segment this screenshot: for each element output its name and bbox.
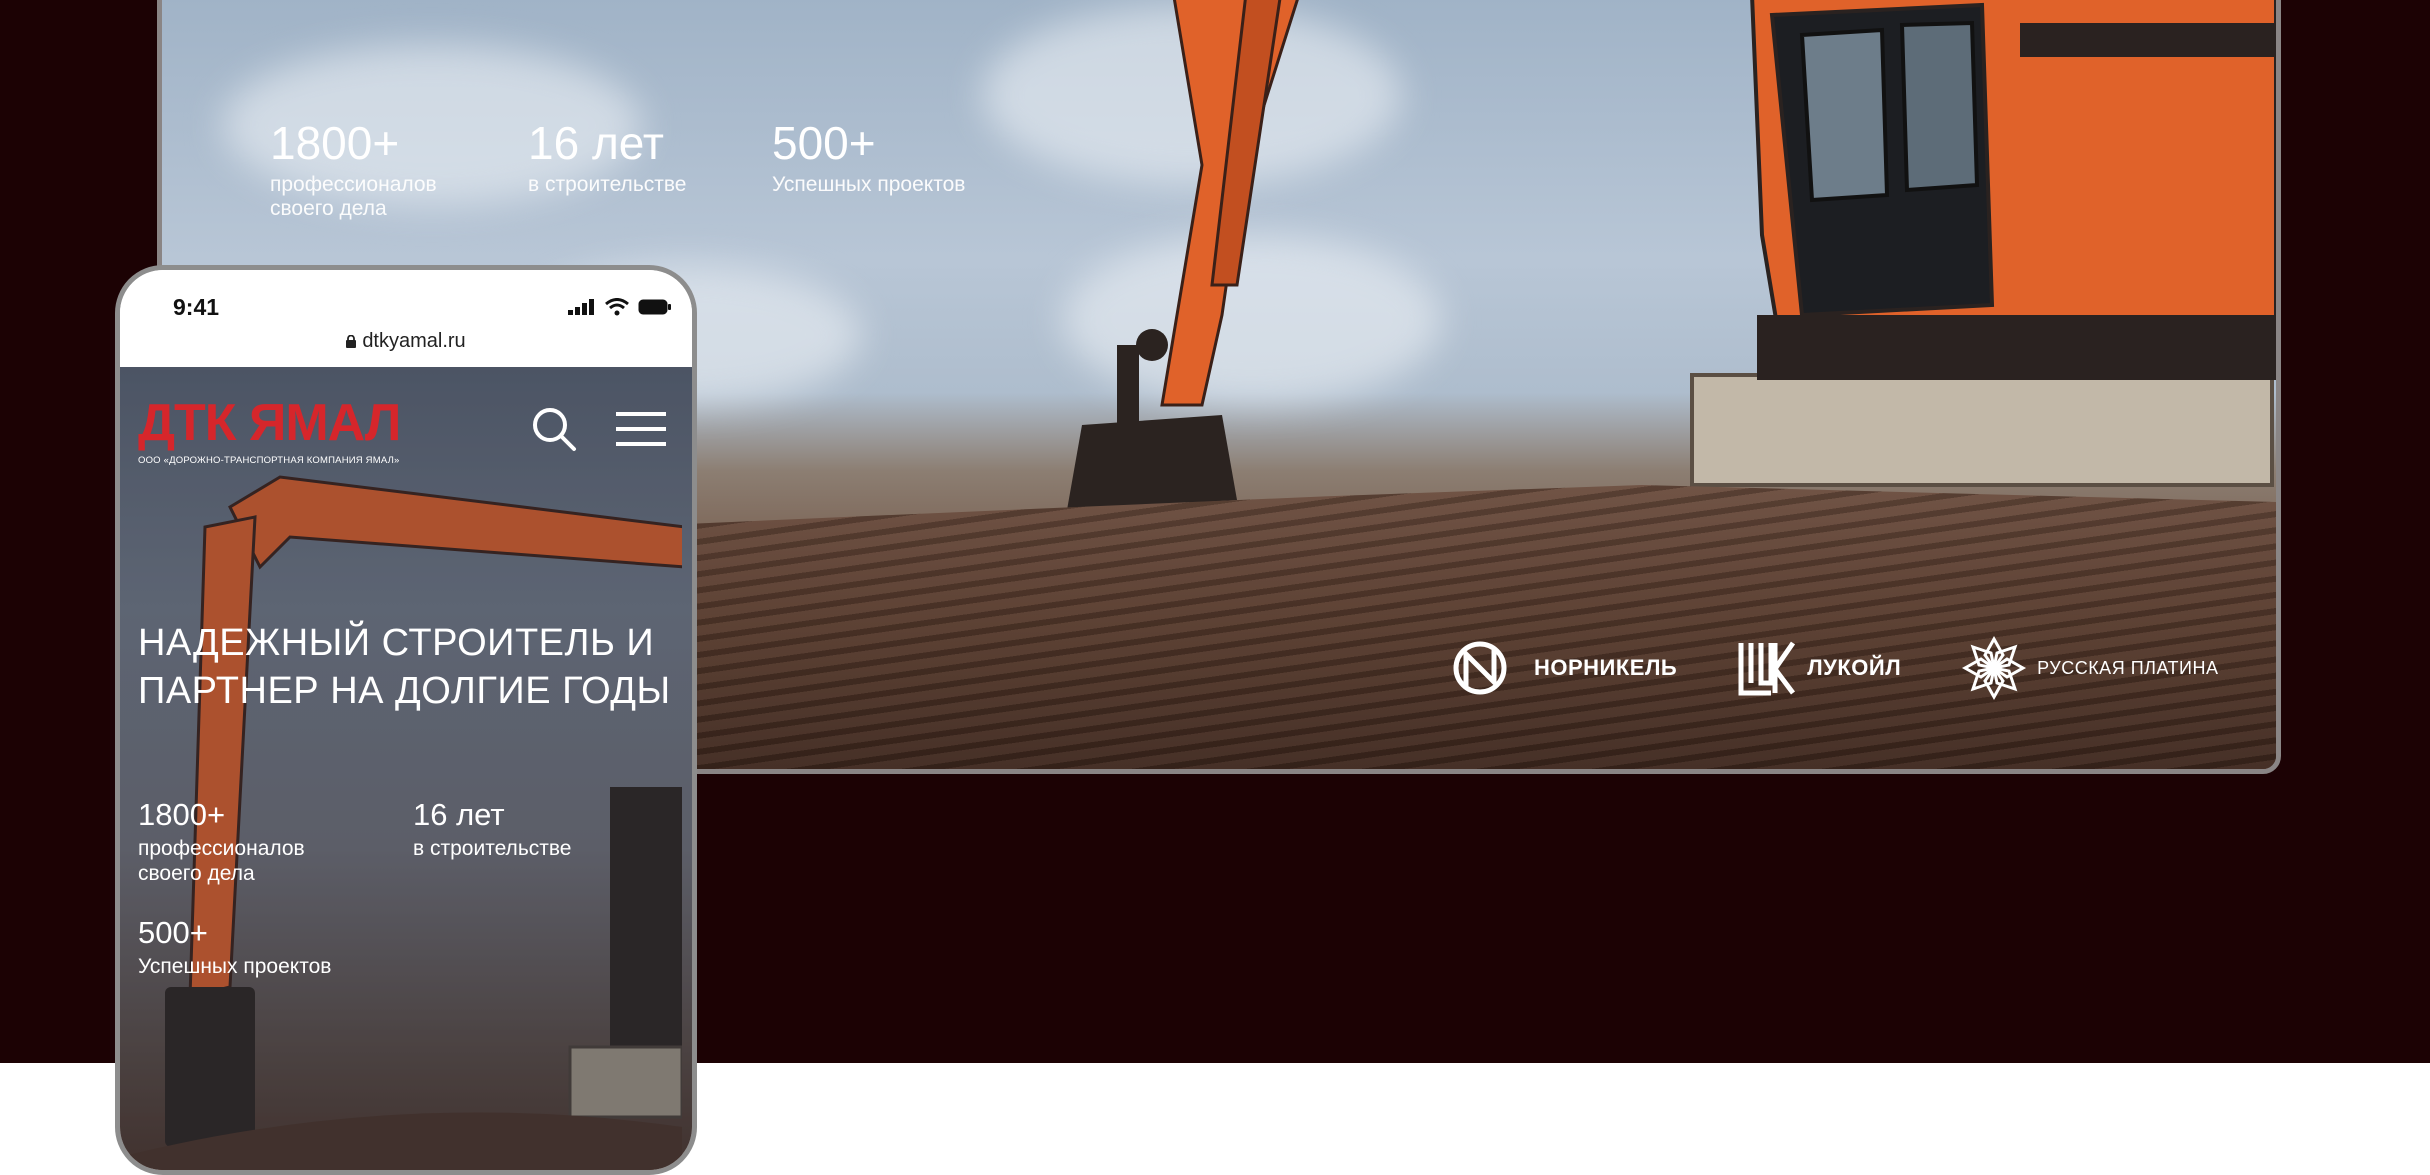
stat-value: 16 лет bbox=[413, 797, 505, 832]
desktop-stat-professionals: 1800+ профессионалов своего дела bbox=[270, 117, 437, 221]
russian-platinum-logo-icon bbox=[1962, 635, 2027, 701]
brand-subtitle: ООО «ДОРОЖНО-ТРАНСПОРТНАЯ КОМПАНИЯ ЯМАЛ» bbox=[138, 455, 400, 466]
stat-label: Успешных проектов bbox=[772, 173, 966, 196]
phone-screen: ДТК ЯМАЛ ООО «ДОРОЖНО-ТРАНСПОРТНАЯ КОМПА… bbox=[120, 367, 692, 1170]
stat-label-line: профессионалов bbox=[270, 173, 437, 196]
lukoil-logo-icon bbox=[1738, 641, 1796, 696]
brand-logo[interactable]: ДТК ЯМАЛ bbox=[138, 397, 401, 449]
screen-overlay bbox=[120, 367, 692, 1170]
partner-logos: НОРНИКЕЛЬ ЛУКОЙЛ РУССКАЯ ПЛАТИНА bbox=[1452, 635, 2218, 701]
stat-label: в строительстве bbox=[528, 173, 687, 196]
status-icons bbox=[568, 298, 672, 316]
phone-status-bar: 9:41 dtkyamal.ru bbox=[120, 270, 692, 370]
stat-label: Успешных проектов bbox=[138, 955, 332, 978]
hero-line: НАДЕЖНЫЙ СТРОИТЕЛЬ И bbox=[138, 622, 655, 664]
stat-value: 1800+ bbox=[138, 797, 226, 832]
stat-value: 1800+ bbox=[270, 117, 400, 169]
stat-label: профессионалов своего дела bbox=[138, 836, 305, 886]
stat-value: 500+ bbox=[772, 117, 876, 169]
battery-icon bbox=[638, 299, 671, 315]
hero-line: ПАРТНЕР НА ДОЛГИЕ ГОДЫ bbox=[138, 670, 671, 712]
hero-heading: НАДЕЖНЫЙ СТРОИТЕЛЬ И ПАРТНЕР НА ДОЛГИЕ Г… bbox=[138, 619, 678, 715]
partner-russian-platinum[interactable]: РУССКАЯ ПЛАТИНА bbox=[1961, 635, 2218, 701]
status-time: 9:41 bbox=[173, 294, 220, 320]
nornickel-logo-icon bbox=[1453, 641, 1507, 695]
stat-label: профессионалов своего дела bbox=[270, 173, 437, 221]
stat-value: 16 лет bbox=[528, 117, 664, 169]
partner-lukoil[interactable]: ЛУКОЙЛ bbox=[1737, 639, 1901, 697]
stat-label-line: своего дела bbox=[270, 197, 387, 220]
lock-icon bbox=[346, 334, 357, 348]
url-text: dtkyamal.ru bbox=[362, 330, 466, 352]
phone-mockup: 9:41 dtkyamal.ru ДТК ЯМАЛ ООО «ДОРОЖНО-Т… bbox=[115, 265, 697, 1175]
desktop-stat-projects: 500+ Успешных проектов bbox=[772, 117, 965, 197]
menu-icon[interactable] bbox=[616, 409, 666, 449]
wifi-icon bbox=[605, 298, 629, 316]
search-icon[interactable] bbox=[530, 405, 578, 453]
mobile-stat-projects: 500+ Успешных проектов bbox=[138, 915, 331, 979]
partner-name: РУССКАЯ ПЛАТИНА bbox=[2037, 657, 2219, 678]
stat-label-line: своего дела bbox=[138, 862, 255, 885]
stat-label: в строительстве bbox=[413, 837, 572, 860]
address-bar[interactable]: dtkyamal.ru bbox=[120, 330, 692, 353]
stat-value: 500+ bbox=[138, 915, 208, 950]
partner-nornickel[interactable]: НОРНИКЕЛЬ bbox=[1452, 640, 1677, 696]
mobile-stat-years: 16 лет в строительстве bbox=[413, 797, 571, 861]
stat-label-line: профессионалов bbox=[138, 837, 305, 860]
mobile-stat-professionals: 1800+ профессионалов своего дела bbox=[138, 797, 305, 886]
partner-name: НОРНИКЕЛЬ bbox=[1534, 655, 1678, 680]
partner-name: ЛУКОЙЛ bbox=[1807, 655, 1902, 680]
desktop-stat-years: 16 лет в строительстве bbox=[528, 117, 686, 197]
signal-icon bbox=[568, 299, 594, 315]
